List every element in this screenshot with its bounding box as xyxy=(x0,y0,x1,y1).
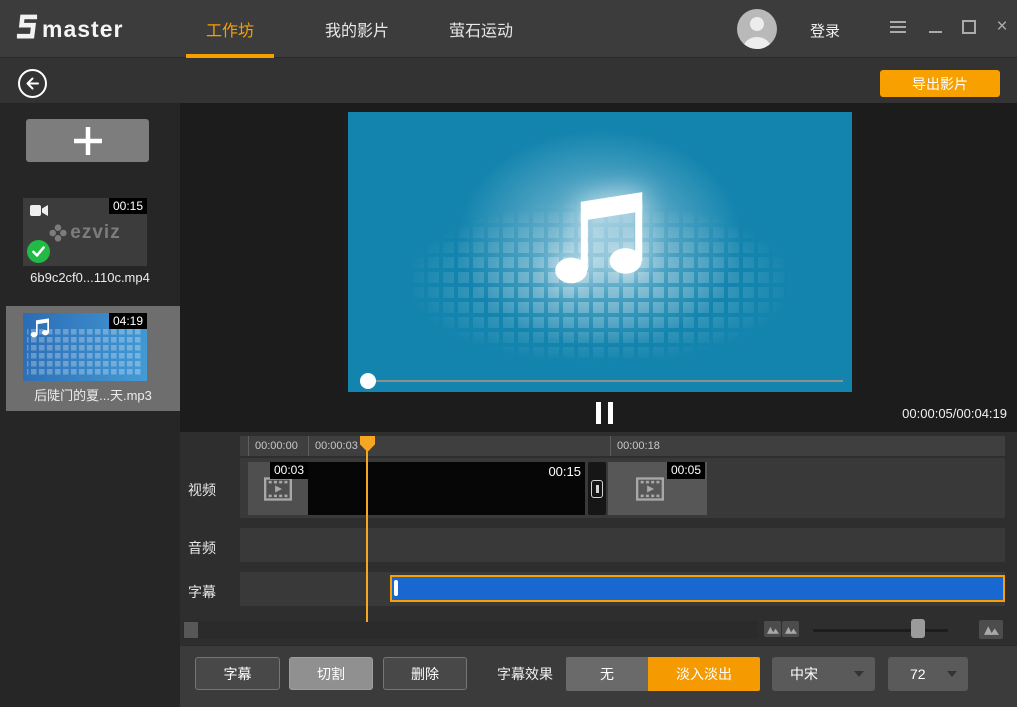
media-sidebar: 00:15 ezviz 6b9c2cf0...110c.mp4 xyxy=(0,103,180,707)
video-thumbnail[interactable]: 00:15 ezviz xyxy=(23,198,147,266)
video-track-lane: 00:03 00:15 00:05 xyxy=(240,458,1005,518)
person-icon xyxy=(737,9,777,49)
cut-button[interactable]: 切割 xyxy=(289,657,373,690)
ezviz-watermark-text: ezviz xyxy=(70,222,120,244)
imported-check-icon xyxy=(27,240,50,263)
subtitle-track-lane xyxy=(240,572,1005,606)
subtitle-control-bar: 字幕 切割 删除 字幕效果 无 淡入淡出 中宋 72 xyxy=(180,645,1017,707)
clip-duration-badge: 00:03 xyxy=(270,462,308,479)
effect-fade-button[interactable]: 淡入淡出 xyxy=(648,657,760,691)
video-clip-1-body[interactable]: 00:15 xyxy=(308,462,585,515)
timeline: 00:00:00 00:00:03 00:00:18 视频 音频 字幕 00:0… xyxy=(180,432,1017,645)
timeline-ruler[interactable]: 00:00:00 00:00:03 00:00:18 xyxy=(240,436,1005,456)
time-display: 00:00:05/00:04:19 xyxy=(902,406,1007,421)
duration-badge: 00:15 xyxy=(109,198,147,214)
action-bar: 导出影片 xyxy=(0,58,1017,103)
subtitle-clip[interactable] xyxy=(390,575,1005,602)
ruler-tick xyxy=(248,436,249,456)
delete-button[interactable]: 删除 xyxy=(383,657,467,690)
font-family-value: 中宋 xyxy=(790,664,818,684)
chevron-down-icon xyxy=(947,671,957,677)
subtitle-effect-label: 字幕效果 xyxy=(497,664,553,684)
preview-progress-bar[interactable] xyxy=(368,380,843,382)
film-icon xyxy=(636,475,664,508)
pause-button[interactable] xyxy=(592,402,616,426)
back-arrow-icon xyxy=(17,68,48,99)
timeline-zoom-slider-thumb[interactable] xyxy=(911,619,925,638)
media-item-audio[interactable]: 04:19 后陡门的夏...天.mp3 xyxy=(6,306,180,411)
preview-progress-knob[interactable] xyxy=(360,373,376,389)
tab-workshop[interactable]: 工作坊 xyxy=(175,0,285,58)
ruler-label: 00:00:18 xyxy=(617,436,660,456)
media-filename: 6b9c2cf0...110c.mp4 xyxy=(0,270,180,285)
plus-icon xyxy=(73,126,103,156)
clip-duration-badge: 00:05 xyxy=(667,462,705,479)
tab-my-films[interactable]: 我的影片 xyxy=(302,0,412,58)
minimize-icon[interactable] xyxy=(925,17,945,37)
chevron-down-icon xyxy=(854,671,864,677)
video-clip-1[interactable]: 00:03 xyxy=(248,462,308,515)
ruler-label: 00:00:00 xyxy=(255,436,298,456)
audio-track-lane xyxy=(240,528,1005,562)
ruler-label: 00:00:03 xyxy=(315,436,358,456)
video-preview xyxy=(348,112,852,392)
playhead-line xyxy=(366,436,368,622)
ezviz-flower-icon xyxy=(49,224,67,242)
subtitle-trim-handle[interactable] xyxy=(394,580,398,596)
menu-icon[interactable] xyxy=(888,17,908,37)
mountains-icon xyxy=(984,624,999,635)
audio-thumbnail[interactable]: 04:19 xyxy=(23,313,147,381)
mountains-icon xyxy=(767,625,779,634)
tab-workshop-label: 工作坊 xyxy=(206,17,254,41)
maximize-icon[interactable] xyxy=(959,17,979,37)
logo-text: master xyxy=(42,16,123,43)
duration-badge: 04:19 xyxy=(109,313,147,329)
media-filename: 后陡门的夏...天.mp3 xyxy=(6,385,180,404)
app-logo: master xyxy=(16,13,123,46)
user-avatar[interactable] xyxy=(737,9,777,49)
login-button[interactable]: 登录 xyxy=(810,20,840,41)
ruler-tick xyxy=(610,436,611,456)
tab-ezviz-sport[interactable]: 萤石运动 xyxy=(426,0,536,58)
logo-s-icon xyxy=(16,13,38,46)
timeline-hscrollbar[interactable] xyxy=(183,621,758,639)
track-label-audio: 音频 xyxy=(188,538,216,558)
font-family-dropdown[interactable]: 中宋 xyxy=(772,657,875,691)
hscrollbar-thumb[interactable] xyxy=(184,622,198,638)
camera-icon xyxy=(30,204,49,217)
track-label-video: 视频 xyxy=(188,480,216,500)
media-item-video[interactable]: 00:15 ezviz 6b9c2cf0...110c.mp4 xyxy=(0,198,180,293)
zoom-step-button[interactable] xyxy=(782,621,799,637)
tab-ezviz-sport-label: 萤石运动 xyxy=(449,17,513,41)
timeline-zoom-slider[interactable] xyxy=(813,629,948,632)
export-film-button[interactable]: 导出影片 xyxy=(880,70,1000,97)
app-window: master 工作坊 我的影片 萤石运动 登录 × xyxy=(0,0,1017,707)
zoom-in-button[interactable] xyxy=(979,620,1003,639)
close-icon[interactable]: × xyxy=(992,17,1012,37)
transition-icon xyxy=(591,480,603,498)
track-label-subtitle: 字幕 xyxy=(188,582,216,602)
ruler-tick xyxy=(308,436,309,456)
tab-my-films-label: 我的影片 xyxy=(325,17,389,41)
transition-slot[interactable] xyxy=(588,462,606,515)
effect-none-button[interactable]: 无 xyxy=(566,657,648,691)
clip-duration-label: 00:15 xyxy=(548,464,581,479)
subtitle-button[interactable]: 字幕 xyxy=(195,657,280,690)
preview-stage: 00:00:05/00:04:19 xyxy=(180,103,1017,432)
mountains-icon xyxy=(785,625,797,634)
font-size-value: 72 xyxy=(910,666,926,682)
zoom-out-button[interactable] xyxy=(764,621,781,637)
music-note-icon xyxy=(29,318,51,338)
music-note-icon xyxy=(545,190,655,291)
back-button[interactable] xyxy=(17,68,48,99)
add-media-button[interactable] xyxy=(26,119,149,162)
top-bar: master 工作坊 我的影片 萤石运动 登录 × xyxy=(0,0,1017,58)
video-clip-2[interactable]: 00:05 xyxy=(608,462,707,515)
font-size-dropdown[interactable]: 72 xyxy=(888,657,968,691)
